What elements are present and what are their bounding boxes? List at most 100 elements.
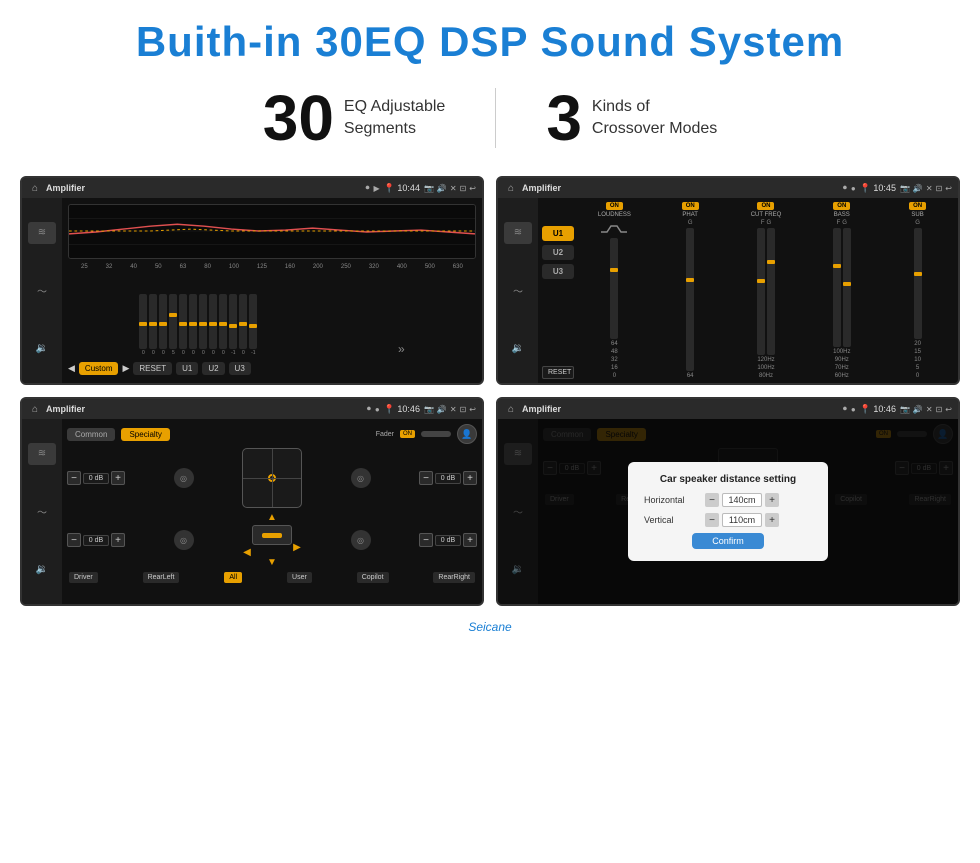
u1-btn[interactable]: U1 <box>176 362 198 375</box>
slider-4[interactable]: 5 <box>169 294 177 356</box>
screen2-status-icons: 📷 🔊 ✕ ⊡ ↩ <box>900 184 952 193</box>
record-icon3: ⏺ <box>367 404 371 414</box>
phat-freq: 64 <box>687 373 694 379</box>
slider-8[interactable]: 0 <box>209 294 217 356</box>
screen2-body: ≋ 〜 🔉 U1 U2 U3 RESET ON <box>498 198 958 383</box>
sub-toggle[interactable]: ON <box>909 202 926 210</box>
all-btn[interactable]: All <box>224 572 242 583</box>
slider-6[interactable]: 0 <box>189 294 197 356</box>
u2-btn[interactable]: U2 <box>202 362 224 375</box>
u2-crossover-btn[interactable]: U2 <box>542 245 574 260</box>
horizontal-label: Horizontal <box>644 495 699 505</box>
horizontal-minus-btn[interactable]: − <box>705 493 719 507</box>
custom-preset-btn[interactable]: Custom <box>79 362 119 375</box>
speaker-icon-br: ◎ <box>351 530 371 550</box>
screen3-title: Amplifier <box>46 404 363 414</box>
rear-right-btn[interactable]: RearRight <box>433 572 475 583</box>
speaker-bottom-row: − 0 dB + ◎ ▲ ◀ ▶ ▼ ◎ <box>67 512 477 568</box>
db-minus-bl[interactable]: − <box>67 533 81 547</box>
confirm-btn[interactable]: Confirm <box>692 533 764 549</box>
slider-11[interactable]: 0 <box>239 294 247 356</box>
fader-slider[interactable] <box>421 431 451 437</box>
u1-crossover-btn[interactable]: U1 <box>542 226 574 241</box>
db-plus-br[interactable]: + <box>463 533 477 547</box>
page-title: Buith-in 30EQ DSP Sound System <box>20 18 960 66</box>
screen3-body: ≋ 〜 🔉 Common Specialty Fader ON 👤 <box>22 419 482 604</box>
specialty-tab[interactable]: Specialty <box>121 428 169 441</box>
left-arrow-icon[interactable]: ◀ <box>243 547 251 558</box>
next-btn[interactable]: ▶ <box>122 363 129 374</box>
screen1-main: 25 32 40 50 63 80 100 125 160 200 250 32… <box>62 198 482 383</box>
slider-9[interactable]: 0 <box>219 294 227 356</box>
loudness-slider[interactable] <box>610 238 618 339</box>
db-plus-tl[interactable]: + <box>111 471 125 485</box>
db-minus-br[interactable]: − <box>419 533 433 547</box>
bass-toggle[interactable]: ON <box>833 202 850 210</box>
screen4-bar: ⌂ Amplifier ⏺ ● 📍 10:46 📷 🔊 ✕ ⊡ ↩ <box>498 399 958 419</box>
up-arrow-icon[interactable]: ▲ <box>267 512 277 523</box>
slider-5[interactable]: 0 <box>179 294 187 356</box>
copilot-btn[interactable]: Copilot <box>357 572 389 583</box>
right-arrow-icon[interactable]: ▶ <box>293 542 301 553</box>
back-icon2: ↩ <box>945 184 952 193</box>
dialog-horizontal-row: Horizontal − 140cm + <box>644 493 812 507</box>
dot-icon: ● <box>851 184 856 193</box>
eq-freq-labels: 25 32 40 50 63 80 100 125 160 200 250 32… <box>68 263 476 271</box>
window-icon4: ⊡ <box>936 405 943 414</box>
bass-labels: F G <box>837 220 847 226</box>
bass-slider-f[interactable] <box>833 228 841 347</box>
u3-crossover-btn[interactable]: U3 <box>542 264 574 279</box>
user-btn[interactable]: User <box>287 572 312 583</box>
crossover-reset-btn[interactable]: RESET <box>542 366 574 379</box>
watermark: Seicane <box>0 616 980 642</box>
sub-slider[interactable] <box>914 228 922 339</box>
volume-icon: 🔊 <box>437 184 447 193</box>
db-plus-bl[interactable]: + <box>111 533 125 547</box>
reset-btn[interactable]: RESET <box>133 362 172 375</box>
phat-col: ON PHAT G 64 <box>654 202 727 379</box>
vertical-plus-btn[interactable]: + <box>765 513 779 527</box>
slider-1[interactable]: 0 <box>139 294 147 356</box>
slider-10[interactable]: -1 <box>229 294 237 356</box>
home-icon4: ⌂ <box>504 402 518 416</box>
loudness-toggle[interactable]: ON <box>606 202 623 210</box>
screen-speaker-config: ⌂ Amplifier ⏺ ● 📍 10:46 📷 🔊 ✕ ⊡ ↩ ≋ 〜 🔉 <box>20 397 484 606</box>
slider-horizontal[interactable] <box>252 525 292 545</box>
slider-3[interactable]: 0 <box>159 294 167 356</box>
cutfreq-slider-f[interactable] <box>757 228 765 355</box>
db-plus-tr[interactable]: + <box>463 471 477 485</box>
user-avatar-icon: 👤 <box>457 424 477 444</box>
prev-btn[interactable]: ◀ <box>68 363 75 374</box>
db-minus-tl[interactable]: − <box>67 471 81 485</box>
slider-12[interactable]: -1 <box>249 294 257 356</box>
screen4-status-icons: 📷 🔊 ✕ ⊡ ↩ <box>900 405 952 414</box>
horizontal-plus-btn[interactable]: + <box>765 493 779 507</box>
db-control-bl: − 0 dB + <box>67 533 125 547</box>
db-control-tl: − 0 dB + <box>67 471 125 485</box>
cutfreq-toggle[interactable]: ON <box>757 202 774 210</box>
u3-btn[interactable]: U3 <box>229 362 251 375</box>
slider-2[interactable]: 0 <box>149 294 157 356</box>
bass-slider-g[interactable] <box>843 228 851 347</box>
close-icon2: ✕ <box>926 184 933 193</box>
cutfreq-slider-g[interactable] <box>767 228 775 355</box>
rear-left-btn[interactable]: RearLeft <box>143 572 180 583</box>
common-tab[interactable]: Common <box>67 428 115 441</box>
slider-7[interactable]: 0 <box>199 294 207 356</box>
home-icon2: ⌂ <box>504 181 518 195</box>
phat-label: PHAT <box>682 212 698 218</box>
stat-crossover-number: 3 <box>546 86 582 150</box>
down-arrow-icon[interactable]: ▼ <box>267 557 277 568</box>
driver-btn[interactable]: Driver <box>69 572 98 583</box>
vertical-minus-btn[interactable]: − <box>705 513 719 527</box>
home-icon: ⌂ <box>28 181 42 195</box>
screen3-status-icons: 📷 🔊 ✕ ⊡ ↩ <box>424 405 476 414</box>
screen3-bar: ⌂ Amplifier ⏺ ● 📍 10:46 📷 🔊 ✕ ⊡ ↩ <box>22 399 482 419</box>
phat-slider[interactable] <box>686 228 694 371</box>
phat-toggle[interactable]: ON <box>682 202 699 210</box>
screen1-left-panel: ≋ 〜 🔉 <box>22 198 62 383</box>
screen3-time: 📍 10:46 <box>384 404 420 415</box>
expand-icon[interactable]: » <box>398 342 405 356</box>
bass-val4: 60Hz <box>835 373 849 379</box>
db-minus-tr[interactable]: − <box>419 471 433 485</box>
